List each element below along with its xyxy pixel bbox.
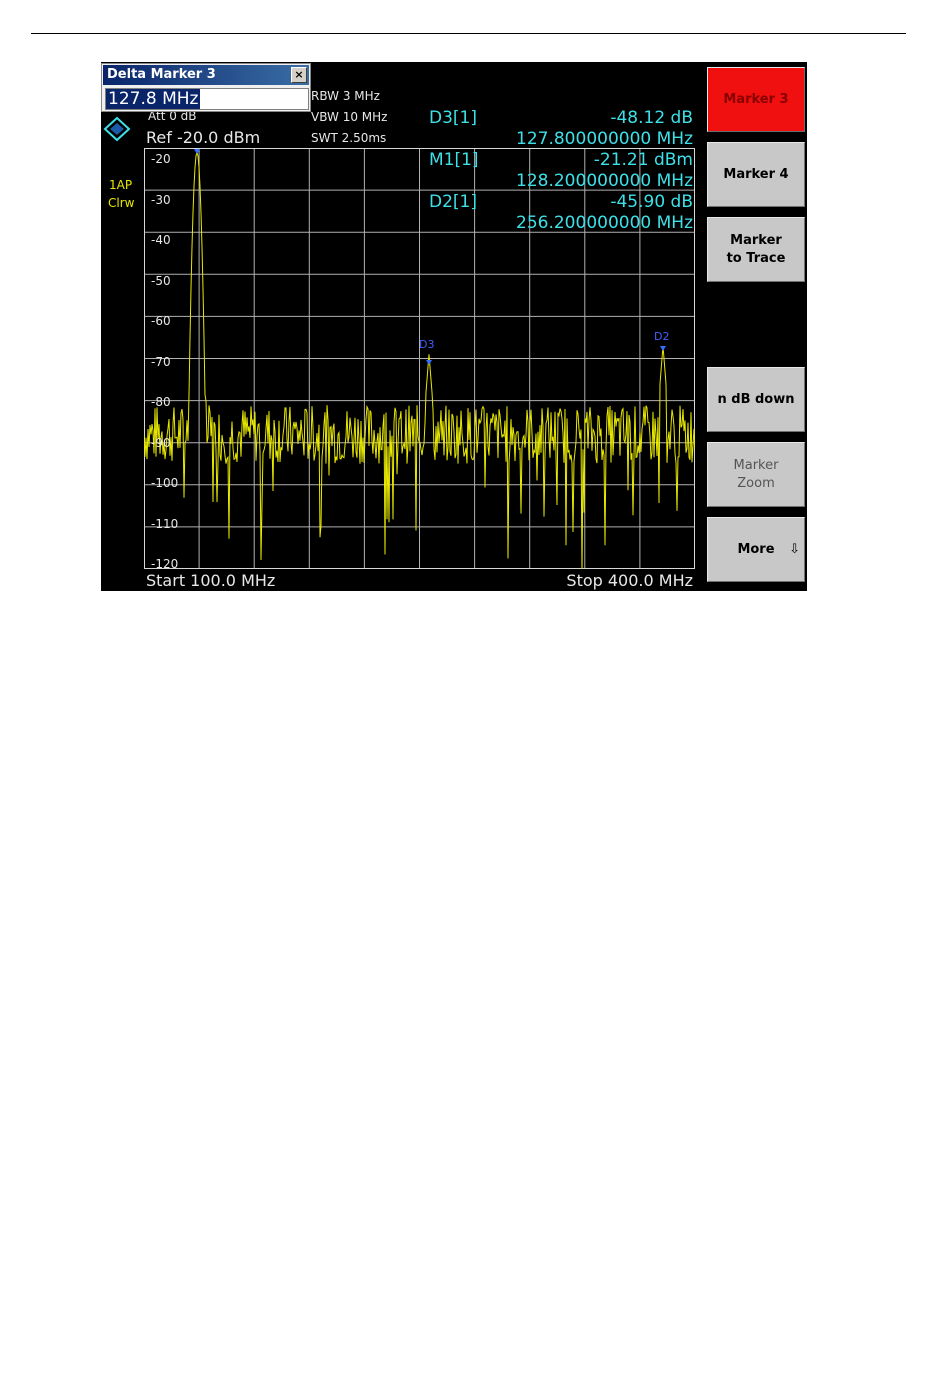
more-softkey[interactable]: More ⇩ [707,517,805,582]
arrow-down-icon: ⇩ [789,541,800,557]
marker-d3-label: D3[1] [429,108,477,128]
marker-4-softkey[interactable]: Marker 4 [707,142,805,207]
rbw-readout: RBW 3 MHz [311,89,380,103]
y-axis-label: -120 [151,557,179,571]
y-axis-label: -20 [151,152,171,166]
y-axis-label: -50 [151,273,171,288]
marker-frequency-input[interactable]: 127.8 MHz [105,88,309,110]
marker-m1-level: -21.21 dBm [593,150,693,170]
stop-frequency: Stop 400.0 MHz [566,571,693,590]
y-axis-label: -100 [151,476,179,490]
y-axis-label: -80 [151,395,171,409]
marker-m1-freq: 128.200000000 MHz [516,171,693,191]
y-axis-label: -110 [151,516,179,531]
marker-d2-level: -45.90 dB [610,192,693,212]
rohde-schwarz-logo-icon [103,116,131,142]
marker-d2-freq: 256.200000000 MHz [516,213,693,233]
y-axis-label: -40 [151,233,171,247]
marker-d3-freq: 127.800000000 MHz [516,129,693,149]
marker-m1-label: M1[1] [429,150,479,170]
ref-level-readout: Ref -20.0 dBm [146,128,261,147]
marker-frequency-value: 127.8 MHz [106,89,201,109]
marker-3-softkey[interactable]: Marker 3 [707,67,805,132]
marker-d2-label: D2[1] [429,192,477,212]
y-axis-label: -70 [151,354,171,369]
trace-detector-label: Clrw [108,196,135,210]
start-frequency: Start 100.0 MHz [146,571,276,590]
y-axis-label: -90 [151,435,171,450]
marker-zoom-softkey[interactable]: Marker Zoom [707,442,805,507]
vbw-readout: VBW 10 MHz [311,110,388,124]
y-axis-label: -30 [151,192,171,207]
marker-d3-tag: D3 [419,338,435,351]
marker-to-trace-softkey[interactable]: Marker to Trace [707,217,805,282]
delta-marker-dialog: Delta Marker 3 × 127.8 MHz [101,63,311,112]
swt-readout: SWT 2.50ms [311,131,387,145]
close-icon[interactable]: × [291,67,307,83]
page-rule [31,33,906,34]
trace-mode-label: 1AP [109,178,133,192]
y-axis-label: -60 [151,314,171,328]
marker-d2-tag: D2 [654,330,670,343]
marker-d3-level: -48.12 dB [610,108,693,128]
dialog-title: Delta Marker 3 [103,65,309,85]
n-db-down-softkey[interactable]: n dB down [707,367,805,432]
